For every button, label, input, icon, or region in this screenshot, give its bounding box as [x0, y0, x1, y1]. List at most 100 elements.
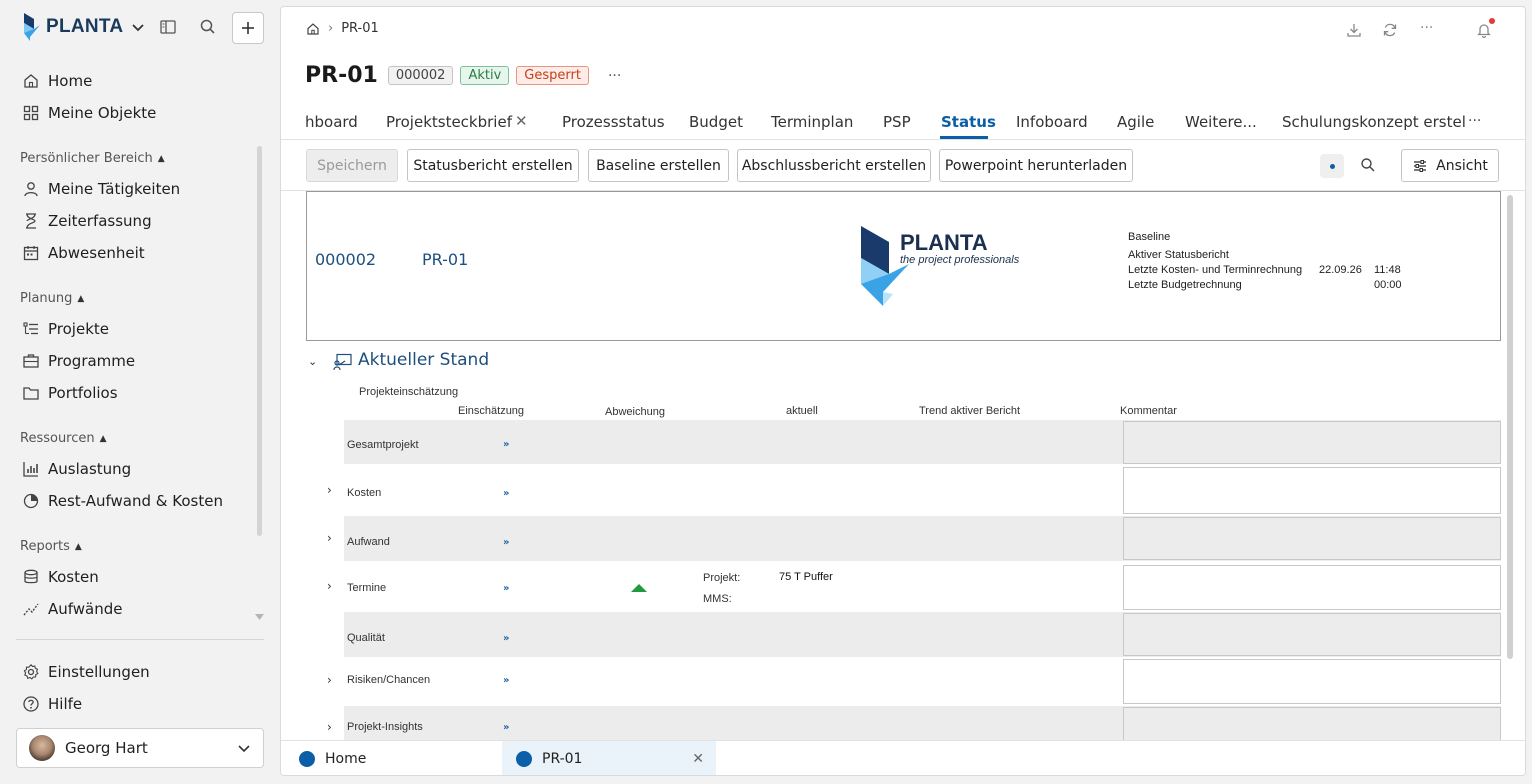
panel-toggle-icon[interactable] — [159, 18, 177, 36]
nav-meine-objekte-label: Meine Objekte — [48, 104, 157, 122]
nav-kosten[interactable]: Kosten — [22, 563, 99, 591]
tabs-more-button[interactable]: ··· — [1468, 113, 1481, 129]
row-detail-link[interactable]: » — [503, 537, 509, 548]
last-budget-time: 00:00 — [1374, 279, 1402, 291]
col-header-trend: Trend aktiver Bericht — [919, 405, 1021, 417]
home-icon[interactable] — [306, 22, 320, 36]
comment-field[interactable] — [1123, 565, 1501, 610]
col-header-aktuell: aktuell — [786, 405, 818, 417]
row-detail-link[interactable]: » — [503, 583, 509, 594]
bell-icon[interactable] — [1476, 22, 1492, 38]
nav-programme[interactable]: Programme — [22, 347, 135, 375]
bottom-tab-pr01[interactable]: PR-01 ✕ — [502, 741, 716, 775]
status-header-box: 000002 PR-01 PLANTA the project professi… — [306, 191, 1501, 341]
nav-aufwaende[interactable]: Aufwände — [22, 595, 123, 623]
nav-meine-taetigkeiten[interactable]: Meine Tätigkeiten — [22, 175, 180, 203]
chevron-right-icon[interactable]: › — [327, 579, 332, 593]
close-icon[interactable]: ✕ — [515, 112, 528, 130]
row-detail-link[interactable]: » — [503, 722, 509, 733]
comment-field[interactable] — [1123, 467, 1501, 514]
sidebar-scrollbar[interactable] — [257, 146, 262, 536]
chevron-right-icon[interactable]: › — [327, 483, 332, 497]
tab-terminplan[interactable]: Terminplan — [771, 113, 853, 131]
nav-home[interactable]: Home — [22, 67, 92, 95]
chevron-right-icon: › — [328, 21, 334, 36]
row-label: Qualität — [347, 632, 385, 644]
chevron-right-icon[interactable]: › — [327, 720, 332, 734]
download-icon[interactable] — [1346, 22, 1362, 38]
nav-label: Auslastung — [48, 460, 132, 478]
comment-field[interactable] — [1123, 517, 1501, 560]
nav-label: Portfolios — [48, 384, 118, 402]
row-detail-link[interactable]: » — [503, 488, 509, 499]
brand-logo[interactable]: PLANTA — [22, 13, 145, 41]
tab-psp[interactable]: PSP — [883, 113, 911, 131]
comment-field[interactable] — [1123, 613, 1501, 656]
nav-zeiterfassung[interactable]: Zeiterfassung — [22, 207, 152, 235]
breadcrumb-current[interactable]: PR-01 — [341, 21, 379, 36]
comment-field[interactable] — [1123, 421, 1501, 464]
chevron-right-icon[interactable]: › — [327, 531, 332, 545]
project-more-button[interactable]: ··· — [608, 68, 621, 84]
section-reports[interactable]: Reports ▲ — [20, 539, 82, 554]
chevron-right-icon[interactable]: › — [327, 673, 332, 687]
comment-field[interactable] — [1123, 659, 1501, 704]
final-report-button[interactable]: Abschlussbericht erstellen — [737, 149, 931, 182]
content-scrollbar[interactable] — [1507, 195, 1513, 659]
user-name: Georg Hart — [65, 739, 148, 757]
briefcase-icon — [23, 354, 39, 368]
nav-projekte[interactable]: Projekte — [22, 315, 109, 343]
comment-field[interactable] — [1123, 707, 1501, 741]
refresh-icon[interactable] — [1382, 22, 1398, 38]
folder-icon — [23, 387, 39, 400]
section-ressourcen[interactable]: Ressourcen ▲ — [20, 431, 107, 446]
more-icon[interactable]: ··· — [1420, 20, 1433, 36]
sliders-icon — [1414, 159, 1427, 172]
nav-auslastung[interactable]: Auslastung — [22, 455, 131, 483]
nav-hilfe[interactable]: Hilfe — [22, 690, 82, 718]
row-detail-link[interactable]: » — [503, 675, 509, 686]
status-report-button[interactable]: Statusbericht erstellen — [407, 149, 579, 182]
bottom-tab-label: Home — [325, 751, 367, 767]
section-title: Reports — [20, 539, 70, 554]
scroll-down-icon[interactable] — [255, 614, 264, 620]
view-button[interactable]: Ansicht — [1401, 149, 1499, 182]
tab-circle-icon — [516, 751, 532, 767]
tab-projektsteckbrief[interactable]: Projektsteckbrief — [386, 113, 512, 131]
row-detail-link[interactable]: » — [503, 439, 509, 450]
project-code: 000002 — [315, 250, 377, 269]
close-icon[interactable]: ✕ — [692, 751, 704, 767]
nav-rest-aufwand[interactable]: Rest-Aufwand & Kosten — [22, 487, 223, 515]
tab-budget[interactable]: Budget — [689, 113, 743, 131]
chevron-down-icon[interactable] — [131, 20, 145, 34]
tab-schulungskonzept[interactable]: Schulungskonzept erstel — [1282, 113, 1466, 131]
chevron-down-icon[interactable]: ⌄ — [308, 355, 317, 368]
search-icon[interactable] — [199, 18, 217, 36]
nav-abwesenheit[interactable]: Abwesenheit — [22, 239, 145, 267]
search-icon[interactable] — [1360, 157, 1376, 173]
tab-agile[interactable]: Agile — [1117, 113, 1154, 131]
section-persoenlicher-bereich[interactable]: Persönlicher Bereich ▲ — [20, 151, 165, 166]
tab-infoboard[interactable]: Infoboard — [1016, 113, 1088, 131]
baseline-label: Baseline — [1128, 231, 1171, 243]
row-detail-link[interactable]: » — [503, 633, 509, 644]
tab-dashboard[interactable]: hboard — [305, 113, 358, 131]
baseline-button[interactable]: Baseline erstellen — [588, 149, 729, 182]
user-menu[interactable]: Georg Hart — [16, 728, 264, 768]
save-button[interactable]: Speichern — [306, 149, 398, 182]
tab-weitere[interactable]: Weitere... — [1185, 113, 1257, 131]
nav-meine-objekte[interactable]: Meine Objekte — [22, 99, 156, 127]
gear-icon — [23, 663, 39, 680]
nav-einstellungen[interactable]: Einstellungen — [22, 658, 150, 686]
tab-status[interactable]: Status — [941, 113, 996, 131]
nav-portfolios[interactable]: Portfolios — [22, 379, 118, 407]
tab-prozessstatus[interactable]: Prozessstatus — [562, 113, 665, 131]
powerpoint-button[interactable]: Powerpoint herunterladen — [939, 149, 1133, 182]
filter-indicator-button[interactable] — [1320, 154, 1344, 178]
divider — [281, 139, 1525, 140]
create-button[interactable] — [232, 12, 264, 44]
bottom-tab-home[interactable]: Home — [299, 741, 499, 775]
tab-circle-icon — [299, 751, 315, 767]
chevron-up-icon: ▲ — [77, 293, 85, 304]
section-planung[interactable]: Planung ▲ — [20, 291, 84, 306]
